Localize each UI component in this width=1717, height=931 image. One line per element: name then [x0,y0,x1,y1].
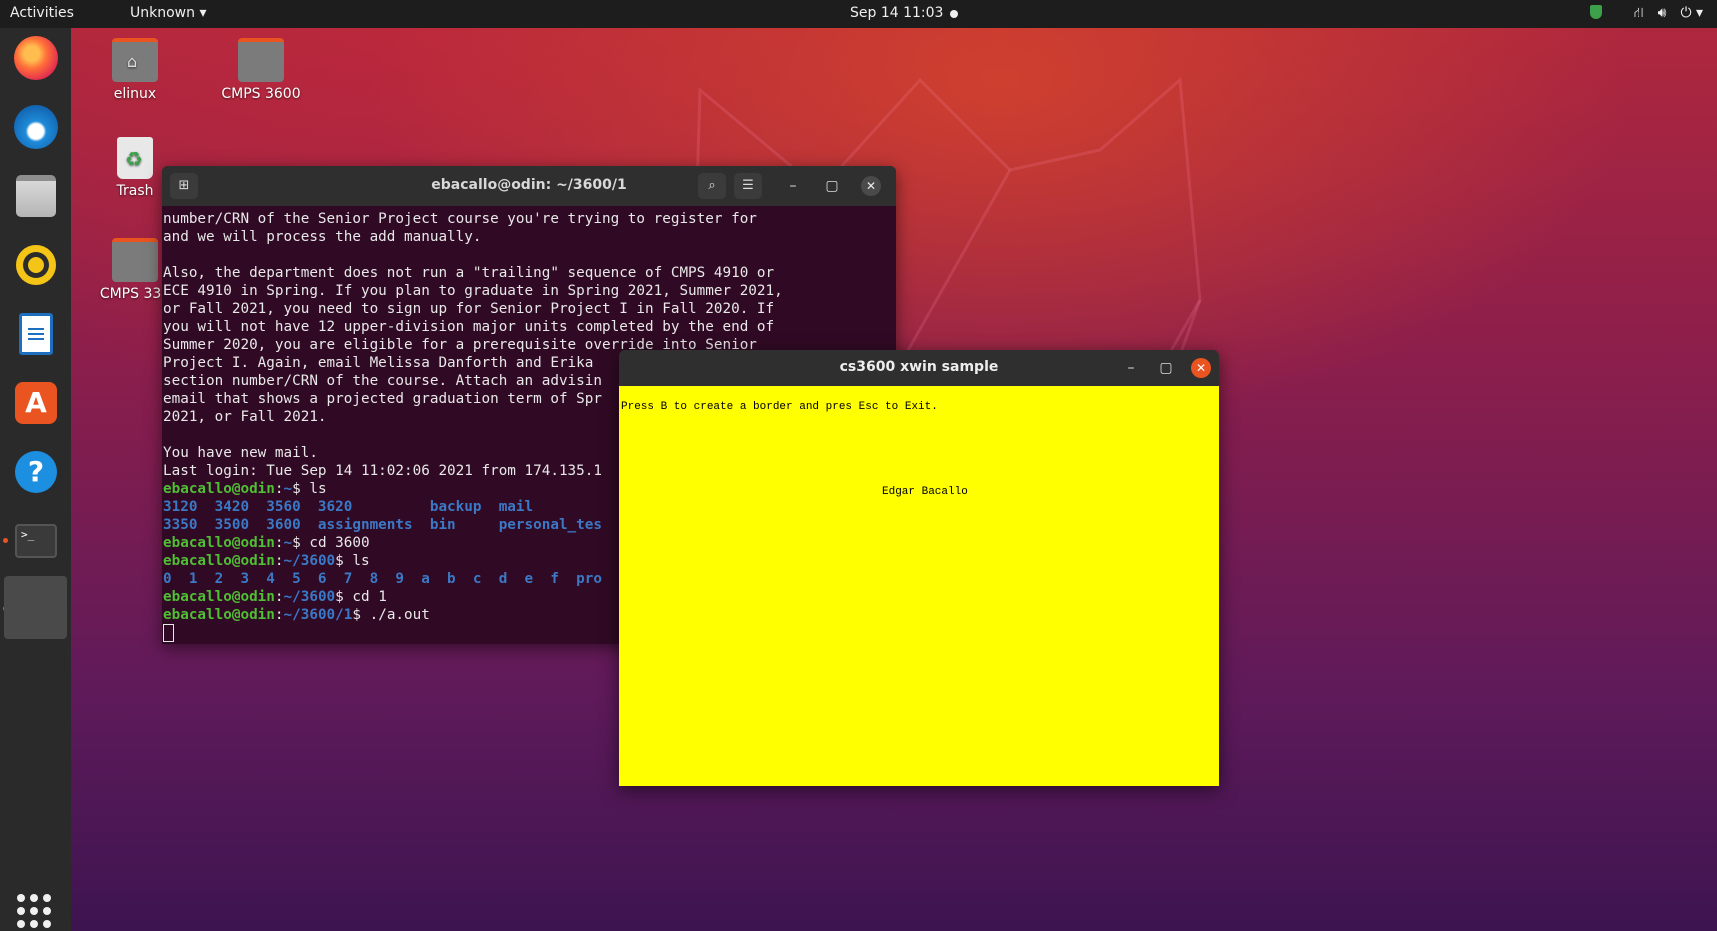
firefox-icon [14,36,58,80]
desktop-icon-home[interactable]: ⌂ elinux [85,38,185,102]
files-icon [16,175,56,217]
hamburger-menu-icon[interactable]: ☰ [734,173,762,199]
ls-output: 3350 3500 3600 assignments bin personal_… [163,517,602,533]
command: ./a.out [369,607,430,623]
writer-icon [19,313,53,355]
network-icon[interactable]: ⛙ [1634,5,1644,23]
terminal-icon: >_ [15,524,57,558]
terminal-line: email that shows a projected graduation … [163,391,602,407]
desktop-icon-label: CMPS 3600 [221,86,301,102]
terminal-titlebar[interactable]: ⊞ ebacallo@odin: ~/3600/1 ⌕ ☰ – ▢ ✕ [162,166,896,206]
dock-writer[interactable] [10,308,62,360]
shield-icon[interactable] [1589,5,1602,19]
minimize-icon[interactable]: – [783,176,803,196]
home-folder-icon: ⌂ [112,38,158,82]
minimize-icon[interactable]: – [1121,358,1141,378]
terminal-line: and we will process the add manually. [163,229,482,245]
prompt-user: ebacallo@odin [163,553,275,569]
prompt-path: ~/3600 [283,589,336,605]
prompt-user: ebacallo@odin [163,535,275,551]
dock-rhythmbox[interactable] [10,239,62,291]
thunderbird-icon [14,105,58,149]
close-icon[interactable]: ✕ [861,176,881,196]
prompt-path: ~ [283,535,293,551]
text-cursor [163,624,174,642]
command: ls [352,553,370,569]
author-name: Edgar Bacallo [882,486,968,498]
trash-icon: ♻ [117,137,153,179]
maximize-icon[interactable]: ▢ [822,176,842,196]
dock-thunderbird[interactable] [10,101,62,153]
terminal-line: Last login: Tue Sep 14 11:02:06 2021 fro… [163,463,602,479]
close-icon[interactable]: ✕ [1191,358,1211,378]
software-icon: A [15,382,57,424]
power-icon[interactable]: ⏻ ▾ [1680,5,1703,23]
dock-help[interactable]: ? [10,446,62,498]
command: cd 3600 [309,535,370,551]
help-icon: ? [15,451,57,493]
folder-icon [112,238,158,282]
terminal-line: 2021, or Fall 2021. [163,409,327,425]
terminal-line: ECE 4910 in Spring. If you plan to gradu… [163,283,783,299]
top-bar: Activities Unknown ▾ Sep 14 11:03 ⛙ 🔊︎ ⏻… [0,0,1717,28]
activities-button[interactable]: Activities [10,5,74,21]
dock-software[interactable]: A [10,377,62,429]
prompt-user: ebacallo@odin [163,481,275,497]
prompt-path: ~ [283,481,293,497]
desktop-icon-label: elinux [113,86,157,102]
instruction-text: Press B to create a border and pres Esc … [621,401,938,413]
system-tray[interactable]: ⛙ 🔊︎ ⏻ ▾ [1589,5,1703,23]
prompt-user: ebacallo@odin [163,589,275,605]
app-menu[interactable]: Unknown ▾ [130,5,206,21]
ls-output: 0 1 2 3 4 5 6 7 8 9 a b c d e f pro [163,571,602,587]
terminal-line: Also, the department does not run a "tra… [163,265,775,281]
dock-terminal[interactable]: >_ [10,515,62,567]
dock-active-app[interactable] [4,576,67,639]
dock-firefox[interactable] [10,32,62,84]
terminal-line: Project I. Again, email Melissa Danforth… [163,355,594,371]
xwin-canvas[interactable]: Press B to create a border and pres Esc … [619,386,1219,786]
terminal-line: You have new mail. [163,445,318,461]
notification-dot [950,10,958,18]
search-icon[interactable]: ⌕ [698,173,726,199]
terminal-line: section number/CRN of the course. Attach… [163,373,602,389]
volume-icon[interactable]: 🔊︎ [1658,5,1667,23]
xwin-window[interactable]: cs3600 xwin sample – ▢ ✕ Press B to crea… [619,350,1219,786]
folder-icon [238,38,284,82]
prompt-path: ~/3600/1 [283,607,353,623]
prompt-path: ~/3600 [283,553,336,569]
prompt-user: ebacallo@odin [163,607,275,623]
terminal-line: number/CRN of the Senior Project course … [163,211,757,227]
desktop-icon-label: CMPS 335 [99,286,171,302]
desktop-icon-label: Trash [116,183,154,199]
dock-files[interactable] [10,170,62,222]
rhythmbox-icon [16,245,56,285]
xwin-titlebar[interactable]: cs3600 xwin sample – ▢ ✕ [619,350,1219,386]
ls-output: 3120 3420 3560 3620 backup mail [163,499,534,515]
terminal-line: or Fall 2021, you need to sign up for Se… [163,301,775,317]
show-applications-icon[interactable] [17,894,51,928]
command: cd 1 [352,589,387,605]
command: ls [309,481,327,497]
running-indicator [3,538,8,543]
terminal-line: you will not have 12 upper-division majo… [163,319,775,335]
desktop-icon-cmps3600[interactable]: CMPS 3600 [211,38,311,102]
maximize-icon[interactable]: ▢ [1156,358,1176,378]
clock[interactable]: Sep 14 11:03 [850,5,943,21]
dock: A ? >_ [0,28,71,931]
